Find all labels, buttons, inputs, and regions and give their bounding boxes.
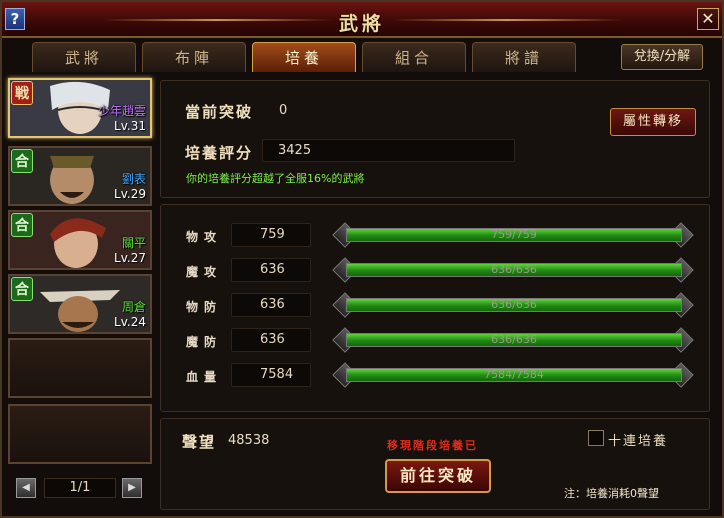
general-level: Lv.31 — [114, 119, 146, 133]
general-name: 關平 — [121, 236, 146, 250]
exchange-decompose-button[interactable]: 兌換/分解 — [621, 44, 703, 70]
stat-label: 物攻 — [186, 230, 223, 244]
combo-badge-icon: 合 — [11, 277, 33, 301]
bar-track: 636/636 — [346, 298, 682, 312]
general-level: Lv.27 — [114, 251, 146, 265]
reputation-label: 聲望 — [182, 433, 217, 451]
empty-slot — [8, 404, 152, 464]
tab-generals-book[interactable]: 將譜 — [472, 42, 576, 72]
bar-track: 759/759 — [346, 228, 682, 242]
stat-value: 636 — [231, 328, 311, 352]
battle-badge-icon: 戦 — [11, 81, 33, 105]
stat-value: 636 — [231, 258, 311, 282]
stat-bar: 636/636 — [332, 292, 696, 318]
reputation-value: 48538 — [228, 433, 270, 448]
general-name: 少年趙雲 — [97, 104, 146, 118]
next-page-icon[interactable]: ▶ — [122, 478, 142, 498]
general-name: 周倉 — [121, 300, 146, 314]
bar-track: 636/636 — [346, 263, 682, 277]
window-title: 武將 — [338, 13, 385, 35]
bar-text: 636/636 — [491, 333, 537, 346]
score-value: 3425 — [278, 143, 312, 158]
stage-message: 移現階段培養已 — [387, 439, 478, 452]
combo-badge-icon: 合 — [11, 213, 33, 237]
general-roster: 戦 少年趙雲 Lv.31 合 劉表 Lv.29 合 關平 Lv.27 合 周倉 … — [6, 72, 154, 512]
stat-label: 物防 — [186, 300, 223, 314]
page-number: 1/1 — [44, 478, 116, 498]
title-bar: 武將 ? ✕ — [2, 2, 722, 38]
combo-badge-icon: 合 — [11, 149, 33, 173]
breakthrough-label: 當前突破 — [185, 103, 254, 121]
bar-text: 636/636 — [491, 263, 537, 276]
stat-bar: 7584/7584 — [332, 362, 696, 388]
score-label: 培養評分 — [185, 144, 254, 162]
bar-track: 636/636 — [346, 333, 682, 347]
cost-note: 注：培養消耗0聲望 — [564, 487, 659, 500]
tab-formation[interactable]: 布陣 — [142, 42, 246, 72]
general-card[interactable]: 合 劉表 Lv.29 — [8, 146, 152, 206]
close-icon[interactable]: ✕ — [697, 8, 719, 30]
bar-text: 759/759 — [491, 228, 537, 241]
general-card[interactable]: 戦 少年趙雲 Lv.31 — [8, 78, 152, 138]
general-level: Lv.29 — [114, 187, 146, 201]
attribute-transfer-button[interactable]: 屬性轉移 — [610, 108, 696, 136]
stat-value: 759 — [231, 223, 311, 247]
generals-window: 武將 ? ✕ 武將 布陣 培養 組合 將譜 兌換/分解 戦 少年趙雲 Lv.31 — [0, 0, 724, 518]
stat-bar: 636/636 — [332, 327, 696, 353]
breakthrough-value: 0 — [279, 103, 288, 118]
general-name: 劉表 — [121, 172, 146, 186]
tab-cultivation[interactable]: 培養 — [252, 42, 356, 72]
stat-label: 魔攻 — [186, 265, 223, 279]
bar-track: 7584/7584 — [346, 368, 682, 382]
stat-label: 魔防 — [186, 335, 223, 349]
general-card[interactable]: 合 關平 Lv.27 — [8, 210, 152, 270]
prev-page-icon[interactable]: ◀ — [16, 478, 36, 498]
stat-label: 血量 — [186, 370, 223, 384]
tab-generals[interactable]: 武將 — [32, 42, 136, 72]
empty-slot — [8, 338, 152, 398]
tab-combination[interactable]: 組合 — [362, 42, 466, 72]
stat-bar: 636/636 — [332, 257, 696, 283]
bar-text: 7584/7584 — [484, 368, 544, 381]
score-rank-message: 你的培養評分超越了全服16%的武將 — [186, 172, 365, 185]
ten-times-label: 十連培養 — [608, 434, 669, 449]
general-level: Lv.24 — [114, 315, 146, 329]
help-icon[interactable]: ? — [5, 8, 25, 30]
ten-times-checkbox[interactable] — [588, 430, 604, 446]
general-card[interactable]: 合 周倉 Lv.24 — [8, 274, 152, 334]
stat-value: 636 — [231, 293, 311, 317]
go-breakthrough-button[interactable]: 前往突破 — [385, 459, 491, 493]
roster-pager: ◀ 1/1 ▶ — [16, 478, 144, 500]
stat-value: 7584 — [231, 363, 311, 387]
stat-bar: 759/759 — [332, 222, 696, 248]
bar-text: 636/636 — [491, 298, 537, 311]
